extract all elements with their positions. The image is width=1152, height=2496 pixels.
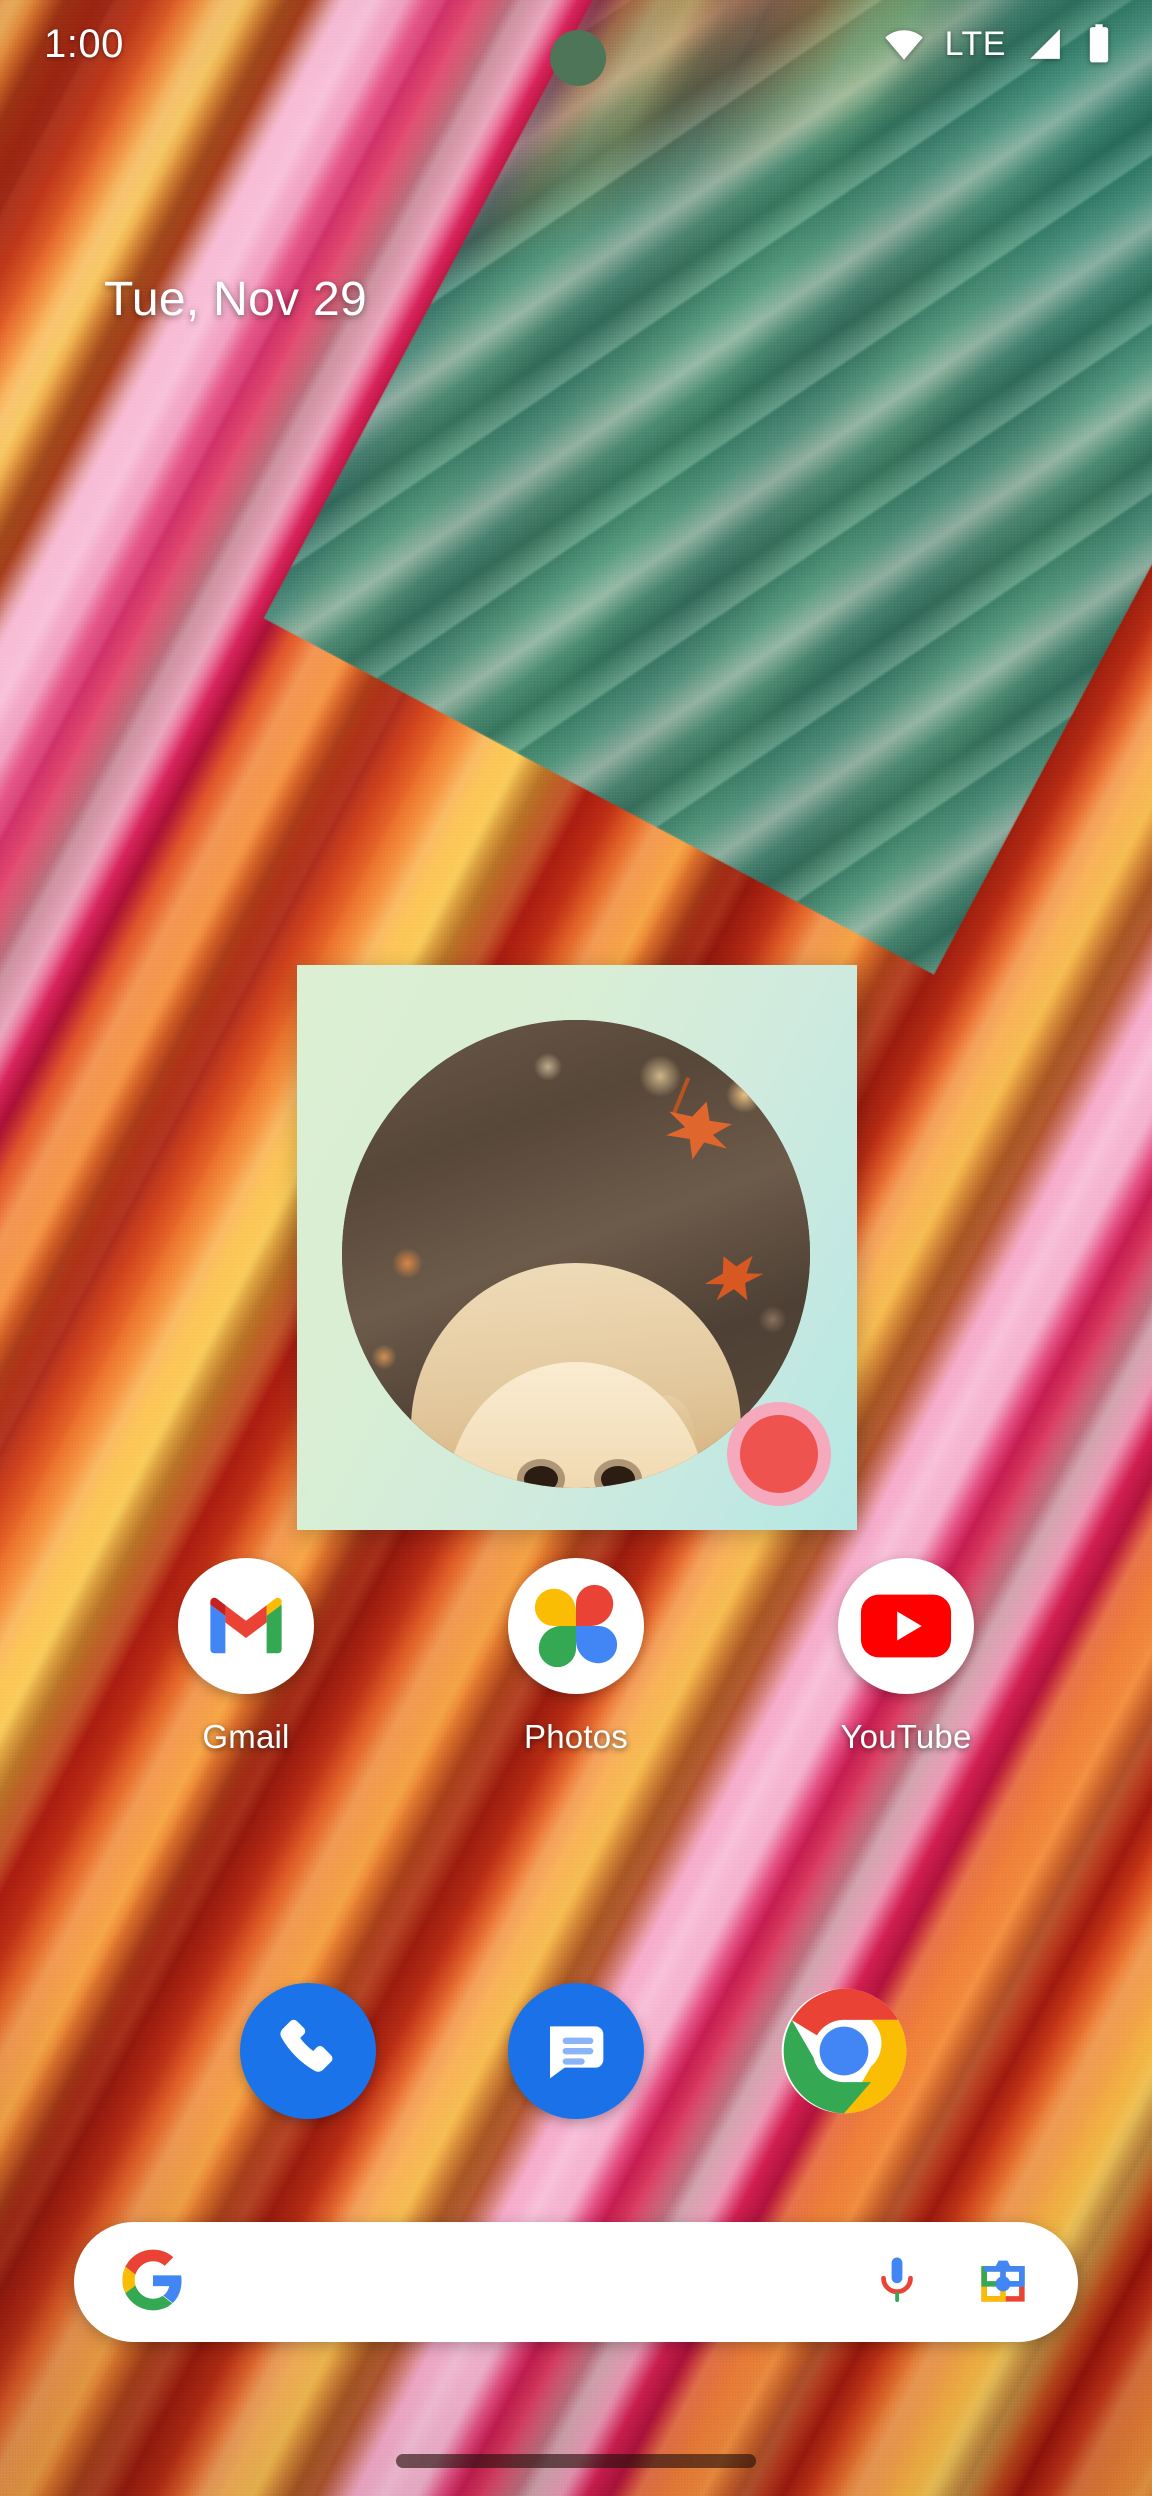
microphone-icon[interactable] (870, 2253, 924, 2312)
google-lens-camera-icon[interactable] (974, 2251, 1032, 2314)
android-home-screen: 1:00 LTE Tue, Nov 29 Gmail Photos YouTub… (0, 0, 1152, 2496)
network-type-label: LTE (944, 24, 1006, 63)
phone-icon[interactable] (240, 1983, 376, 2119)
app-label-gmail: Gmail (202, 1718, 290, 1755)
google-photos-icon[interactable] (508, 1558, 644, 1694)
dock (0, 1983, 1152, 2119)
google-g-icon (122, 2249, 184, 2316)
gmail-icon[interactable] (178, 1558, 314, 1694)
photo-frame-widget[interactable] (297, 965, 857, 1530)
app-gmail[interactable]: Gmail (131, 1558, 361, 1756)
home-gesture-pill[interactable] (396, 2454, 756, 2468)
status-bar-clock: 1:00 (44, 21, 124, 66)
app-label-youtube: YouTube (840, 1718, 972, 1755)
widget-status-badge[interactable] (727, 1402, 831, 1506)
app-youtube[interactable]: YouTube (791, 1558, 1021, 1756)
google-search-bar[interactable] (74, 2222, 1078, 2342)
front-camera-punch-hole (550, 30, 606, 86)
youtube-icon[interactable] (838, 1558, 974, 1694)
app-photos[interactable]: Photos (461, 1558, 691, 1756)
app-label-photos: Photos (524, 1718, 628, 1755)
search-input[interactable] (184, 2222, 870, 2342)
date-widget[interactable]: Tue, Nov 29 (104, 272, 367, 327)
app-grid: Gmail Photos YouTube (0, 1558, 1152, 1756)
chrome-icon[interactable] (776, 1983, 912, 2119)
messages-icon[interactable] (508, 1983, 644, 2119)
wifi-icon (881, 21, 927, 67)
battery-icon (1084, 22, 1114, 66)
signal-icon (1024, 23, 1066, 65)
